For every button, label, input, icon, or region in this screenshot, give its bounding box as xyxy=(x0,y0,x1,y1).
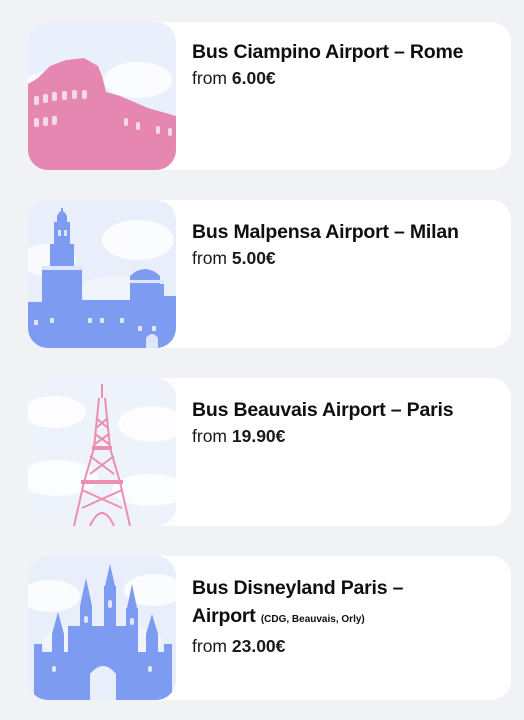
colosseum-icon xyxy=(28,22,176,170)
from-label: from xyxy=(192,248,227,268)
from-label: from xyxy=(192,426,227,446)
route-price-line: from 19.90€ xyxy=(192,424,501,448)
route-title: Bus Ciampino Airport – Rome xyxy=(192,41,464,63)
route-price: 5.00€ xyxy=(231,248,276,268)
route-text: Bus Malpensa Airport – Milan from 5.00€ xyxy=(192,218,501,270)
route-price-line: from 23.00€ xyxy=(192,634,501,658)
route-title-note: (CDG, Beauvais, Orly) xyxy=(260,614,365,625)
route-title-line2: Airport (CDG, Beauvais, Orly) xyxy=(192,602,501,634)
route-list: Bus Ciampino Airport – Rome from 6.00€ B… xyxy=(0,0,524,720)
sforza-castle-icon xyxy=(28,200,176,348)
route-text: Bus Ciampino Airport – Rome from 6.00€ xyxy=(192,38,501,90)
from-label: from xyxy=(192,636,227,656)
route-text: Bus Beauvais Airport – Paris from 19.90€ xyxy=(192,396,501,448)
route-card-beauvais-paris[interactable]: Bus Beauvais Airport – Paris from 19.90€ xyxy=(28,378,511,526)
route-price-line: from 5.00€ xyxy=(192,246,501,270)
disneyland-castle-icon xyxy=(28,556,176,700)
route-price: 6.00€ xyxy=(231,68,276,88)
route-title: Bus Beauvais Airport – Paris xyxy=(192,399,454,421)
route-card-malpensa-milan[interactable]: Bus Malpensa Airport – Milan from 5.00€ xyxy=(28,200,511,348)
route-text: Bus Disneyland Paris – Airport (CDG, Bea… xyxy=(192,574,501,658)
eiffel-tower-icon xyxy=(28,378,176,526)
route-title: Bus Malpensa Airport – Milan xyxy=(192,221,459,243)
route-card-ciampino-rome[interactable]: Bus Ciampino Airport – Rome from 6.00€ xyxy=(28,22,511,170)
route-price: 19.90€ xyxy=(231,426,286,446)
route-price-line: from 6.00€ xyxy=(192,66,501,90)
route-price: 23.00€ xyxy=(231,636,286,656)
route-title-line1: Bus Disneyland Paris – xyxy=(192,577,404,599)
from-label: from xyxy=(192,68,227,88)
route-title-word: Airport xyxy=(192,605,256,627)
route-card-disneyland-airport[interactable]: Bus Disneyland Paris – Airport (CDG, Bea… xyxy=(28,556,511,700)
